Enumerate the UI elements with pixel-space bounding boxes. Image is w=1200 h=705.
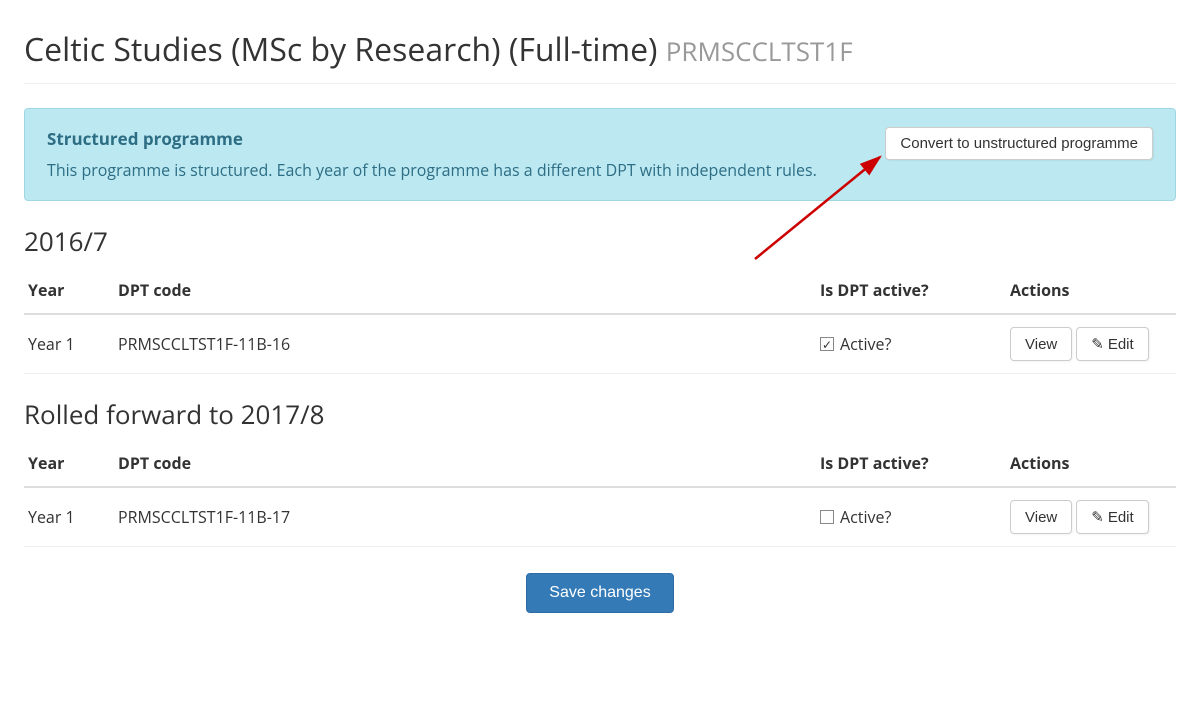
col-is-active: Is DPT active? <box>816 440 1006 487</box>
table-row: Year 1 PRMSCCLTST1F-11B-16 Active? View … <box>24 314 1176 374</box>
dpt-table: Year DPT code Is DPT active? Actions Yea… <box>24 267 1176 374</box>
info-body: This programme is structured. Each year … <box>47 158 869 182</box>
active-label: Active? <box>840 506 891 528</box>
cell-is-active: Active? <box>816 314 1006 374</box>
cell-is-active: Active? <box>816 487 1006 547</box>
cell-dpt-code: PRMSCCLTST1F-11B-16 <box>114 314 816 374</box>
edit-button[interactable]: ✎Edit <box>1076 500 1148 534</box>
pencil-icon: ✎ <box>1091 336 1104 353</box>
checkbox-icon <box>820 337 834 351</box>
col-actions: Actions <box>1006 267 1176 314</box>
cell-dpt-code: PRMSCCLTST1F-11B-17 <box>114 487 816 547</box>
col-year: Year <box>24 440 114 487</box>
col-dpt-code: DPT code <box>114 440 816 487</box>
page-title: Celtic Studies (MSc by Research) (Full-t… <box>24 28 1176 84</box>
session-heading: Rolled forward to 2017/8 <box>24 396 1176 432</box>
cell-year: Year 1 <box>24 314 114 374</box>
save-changes-button[interactable]: Save changes <box>526 573 673 613</box>
active-checkbox-wrap[interactable]: Active? <box>820 333 891 355</box>
cell-year: Year 1 <box>24 487 114 547</box>
table-row: Year 1 PRMSCCLTST1F-11B-17 Active? View … <box>24 487 1176 547</box>
programme-code: PRMSCCLTST1F <box>666 33 853 69</box>
col-year: Year <box>24 267 114 314</box>
view-button[interactable]: View <box>1010 327 1072 361</box>
dpt-table: Year DPT code Is DPT active? Actions Yea… <box>24 440 1176 547</box>
checkbox-icon <box>820 510 834 524</box>
col-is-active: Is DPT active? <box>816 267 1006 314</box>
convert-to-unstructured-button[interactable]: Convert to unstructured programme <box>885 127 1153 160</box>
cell-actions: View ✎Edit <box>1006 314 1176 374</box>
active-checkbox-wrap[interactable]: Active? <box>820 506 891 528</box>
col-dpt-code: DPT code <box>114 267 816 314</box>
info-heading: Structured programme <box>47 127 869 150</box>
programme-name: Celtic Studies (MSc by Research) (Full-t… <box>24 28 657 71</box>
structured-programme-panel: Structured programme This programme is s… <box>24 108 1176 201</box>
edit-button[interactable]: ✎Edit <box>1076 327 1148 361</box>
active-label: Active? <box>840 333 891 355</box>
cell-actions: View ✎Edit <box>1006 487 1176 547</box>
pencil-icon: ✎ <box>1091 509 1104 526</box>
session-heading: 2016/7 <box>24 223 1176 259</box>
view-button[interactable]: View <box>1010 500 1072 534</box>
col-actions: Actions <box>1006 440 1176 487</box>
